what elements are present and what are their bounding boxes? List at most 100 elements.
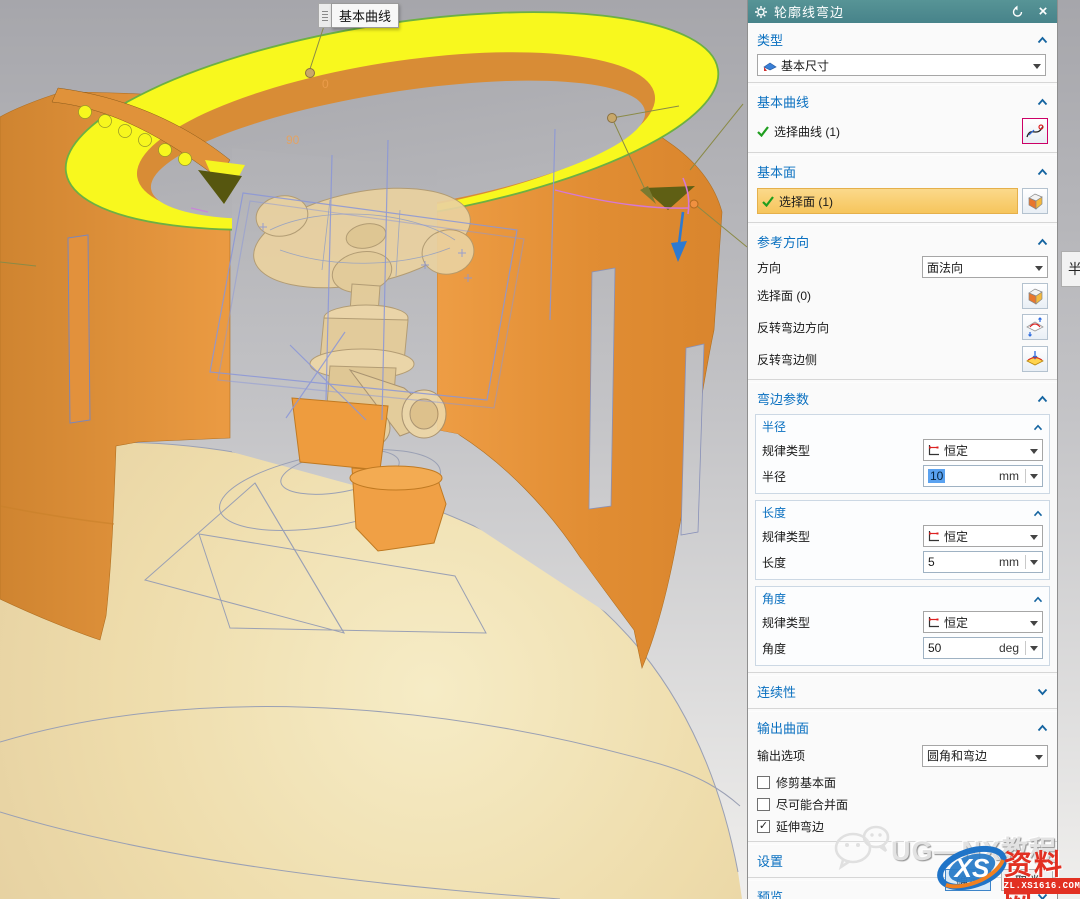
select-curve-row[interactable]: 选择曲线 (1) xyxy=(774,123,840,140)
chevron-down-icon xyxy=(1037,853,1048,868)
section-header-continuity[interactable]: 连续性 xyxy=(748,678,1057,704)
section-label: 弯边参数 xyxy=(757,389,809,408)
chevron-up-icon xyxy=(1037,94,1048,109)
close-button[interactable]: × xyxy=(1035,4,1051,20)
select-face-0-row[interactable]: 选择面 (0) xyxy=(757,287,811,304)
section-label: 连续性 xyxy=(757,682,796,701)
select-face-label: 选择面 (1) xyxy=(779,193,833,210)
face-cube-icon xyxy=(1025,191,1045,211)
checkbox-merge-faces[interactable]: 尽可能合并面 xyxy=(748,793,1057,815)
law-value: 恒定 xyxy=(944,614,968,631)
tooltip-grip-icon xyxy=(318,3,331,28)
angle-value: 50 xyxy=(928,641,941,655)
chevron-up-icon xyxy=(1033,506,1043,520)
chevron-up-icon xyxy=(1037,720,1048,735)
section-label: 设置 xyxy=(757,851,783,870)
chevron-down-icon[interactable] xyxy=(1025,469,1038,483)
checkbox-label: 延伸弯边 xyxy=(776,818,824,835)
angle-label: 角度 xyxy=(762,640,786,657)
basic-size-type-icon xyxy=(762,59,777,72)
section-header-base-face[interactable]: 基本面 xyxy=(748,158,1057,184)
ok-button[interactable]: 确定 xyxy=(945,869,991,891)
ok-button-label: 确定 xyxy=(956,872,980,889)
output-option-dropdown[interactable]: 圆角和弯边 xyxy=(922,745,1048,767)
face-select-button[interactable] xyxy=(1022,188,1048,214)
unit-label: mm xyxy=(999,555,1025,569)
checkbox-extend-flange[interactable]: ✓ 延伸弯边 xyxy=(748,815,1057,837)
type-value: 基本尺寸 xyxy=(781,57,829,74)
edge-tooltip-label: 半 xyxy=(1068,259,1080,279)
subsection-header-length[interactable]: 长度 xyxy=(756,501,1049,523)
direction-dropdown[interactable]: 面法向 xyxy=(922,256,1048,278)
section-header-flange-params[interactable]: 弯边参数 xyxy=(748,385,1057,411)
section-header-type[interactable]: 类型 xyxy=(748,23,1057,52)
section-label: 基本面 xyxy=(757,162,796,181)
chevron-up-icon xyxy=(1037,234,1048,249)
length-group: 长度 规律类型 恒定 xyxy=(755,500,1050,580)
checkbox-trim-base-face[interactable]: 修剪基本面 xyxy=(748,771,1057,793)
length-value: 5 xyxy=(928,555,935,569)
radius-law-dropdown[interactable]: 恒定 xyxy=(923,439,1043,461)
chevron-down-icon[interactable] xyxy=(1025,641,1038,655)
length-law-dropdown[interactable]: 恒定 xyxy=(923,525,1043,547)
shell-slot-right-1 xyxy=(589,268,615,509)
chevron-down-icon xyxy=(1037,684,1048,699)
length-input[interactable]: 5 mm xyxy=(923,551,1043,573)
ref-face-select-button[interactable] xyxy=(1022,283,1048,309)
subsection-header-radius[interactable]: 半径 xyxy=(756,415,1049,437)
radius-input[interactable]: 10 mm xyxy=(923,465,1043,487)
chevron-down-icon[interactable] xyxy=(1025,555,1038,569)
divider xyxy=(748,708,1057,712)
section-header-output-surface[interactable]: 输出曲面 xyxy=(748,714,1057,740)
chevron-down-icon xyxy=(1026,615,1038,629)
chevron-down-icon xyxy=(1026,529,1038,543)
face-cube-icon xyxy=(1025,286,1045,306)
dialog-titlebar[interactable]: 轮廓线弯边 × xyxy=(748,0,1057,23)
chevron-up-icon xyxy=(1037,164,1048,179)
type-dropdown[interactable]: 基本尺寸 xyxy=(757,54,1046,76)
curve-end-handle xyxy=(690,200,698,208)
dim-label-90: 90 xyxy=(286,133,300,147)
cancel-button-label: 取消 xyxy=(1015,872,1039,889)
length-label: 长度 xyxy=(762,554,786,571)
divider xyxy=(748,672,1057,676)
angle-law-dropdown[interactable]: 恒定 xyxy=(923,611,1043,633)
reset-button[interactable] xyxy=(1009,4,1025,20)
green-check-icon xyxy=(762,196,774,207)
reverse-direction-button[interactable] xyxy=(1022,314,1048,340)
divider xyxy=(748,82,1057,86)
direction-value: 面法向 xyxy=(927,259,963,276)
subsection-header-angle[interactable]: 角度 xyxy=(756,587,1049,609)
green-check-icon xyxy=(757,126,769,137)
section-label: 基本曲线 xyxy=(757,92,809,111)
unit-label: mm xyxy=(999,469,1025,483)
unit-label: deg xyxy=(999,641,1025,655)
constant-law-icon xyxy=(928,616,940,628)
application-window: 90 0 基本曲线 半 轮廓线弯边 xyxy=(0,0,1080,899)
angle-input[interactable]: 50 deg xyxy=(923,637,1043,659)
checkbox-label: 修剪基本面 xyxy=(776,774,836,791)
section-label: 长度 xyxy=(762,504,786,521)
output-option-value: 圆角和弯边 xyxy=(927,747,987,764)
constant-law-icon xyxy=(928,444,940,456)
direction-label: 方向 xyxy=(757,259,781,276)
chevron-down-icon xyxy=(1031,260,1043,274)
reverse-side-label: 反转弯边侧 xyxy=(757,351,817,368)
law-value: 恒定 xyxy=(944,528,968,545)
shell-slot-left xyxy=(68,235,90,423)
curve-select-button[interactable] xyxy=(1022,118,1048,144)
select-face-row-active[interactable]: 选择面 (1) xyxy=(757,188,1018,214)
chevron-up-icon xyxy=(1037,391,1048,406)
contour-flange-dialog: 轮廓线弯边 × 类型 xyxy=(747,0,1058,899)
section-label: 输出曲面 xyxy=(757,718,809,737)
close-icon: × xyxy=(1039,5,1048,19)
section-header-base-curve[interactable]: 基本曲线 xyxy=(748,88,1057,114)
cancel-button[interactable]: 取消 xyxy=(1001,869,1053,891)
section-header-ref-direction[interactable]: 参考方向 xyxy=(748,228,1057,254)
edge-clipped-tooltip: 半 xyxy=(1061,251,1080,287)
reverse-side-icon xyxy=(1025,349,1045,369)
reset-icon xyxy=(1011,5,1024,18)
chevron-up-icon xyxy=(1037,32,1048,47)
reverse-side-button[interactable] xyxy=(1022,346,1048,372)
section-label: 预览 xyxy=(757,887,783,899)
